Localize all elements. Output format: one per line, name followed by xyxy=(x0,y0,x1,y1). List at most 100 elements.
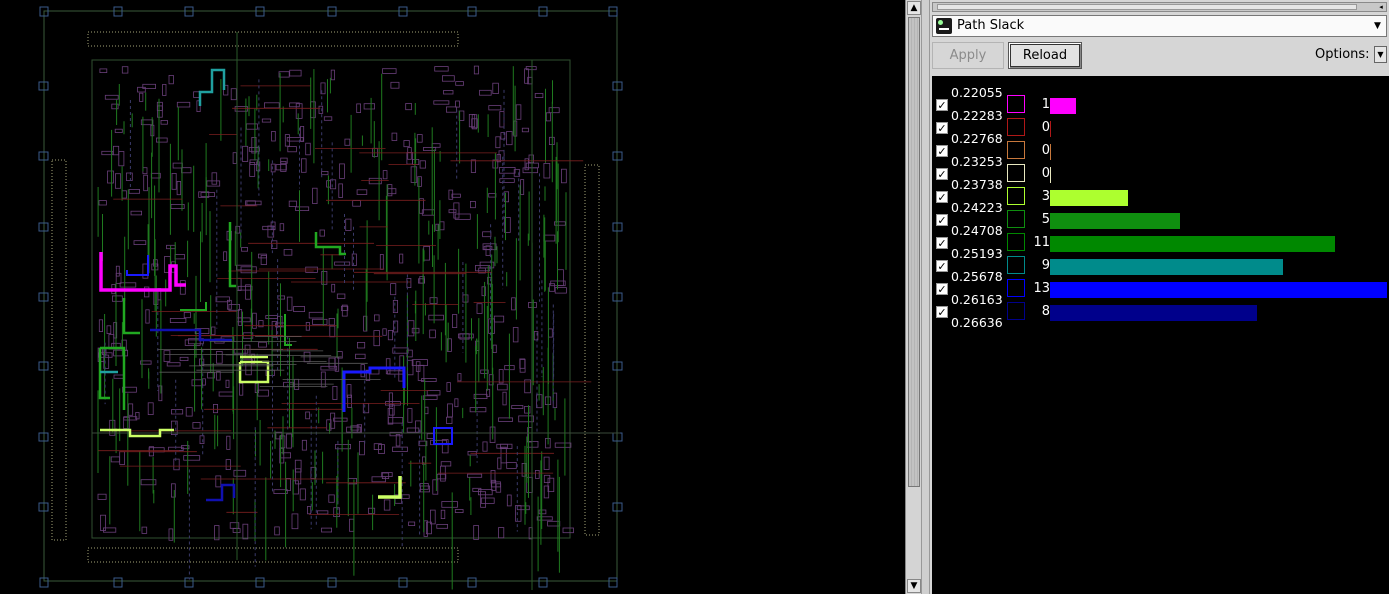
std-cell xyxy=(241,247,248,252)
heatmap-selector[interactable]: Path Slack ▼ xyxy=(932,15,1387,37)
std-cell xyxy=(351,253,357,266)
std-cell xyxy=(263,102,280,109)
bin-visibility-checkbox[interactable]: ✓ xyxy=(936,122,948,134)
std-cell xyxy=(519,359,526,373)
std-cell xyxy=(422,147,437,151)
std-cell xyxy=(493,315,505,323)
bin-color-swatch[interactable] xyxy=(1007,233,1025,251)
scroll-up-arrow-icon[interactable]: ▲ xyxy=(907,1,921,15)
bin-visibility-checkbox[interactable]: ✓ xyxy=(936,99,948,111)
std-cell xyxy=(113,145,120,156)
std-cell xyxy=(387,184,393,197)
bin-color-swatch[interactable] xyxy=(1007,210,1025,228)
reload-button[interactable]: Reload xyxy=(1008,42,1082,69)
histogram-bin-row: ✓ 11 xyxy=(932,232,1389,255)
layout-canvas[interactable] xyxy=(0,0,905,594)
std-cell xyxy=(172,162,183,169)
bin-color-swatch[interactable] xyxy=(1007,118,1025,136)
scroll-down-arrow-icon[interactable]: ▼ xyxy=(907,579,921,593)
std-cell xyxy=(441,439,449,454)
horizontal-scrollbar-thumb[interactable] xyxy=(937,4,1357,10)
critical-path xyxy=(378,476,402,499)
std-cell xyxy=(454,213,471,220)
horizontal-scrollbar[interactable]: ◂ xyxy=(932,2,1387,12)
std-cell xyxy=(392,299,398,313)
std-cell xyxy=(440,509,446,520)
bin-count: 0 xyxy=(1041,143,1050,158)
std-cell xyxy=(543,474,551,483)
std-cell xyxy=(502,391,507,406)
apply-button[interactable]: Apply xyxy=(932,42,1004,69)
chevron-down-icon[interactable]: ▼ xyxy=(1372,19,1383,33)
std-cell xyxy=(280,452,292,459)
std-cell xyxy=(362,402,370,414)
std-cell xyxy=(496,443,508,449)
std-cell xyxy=(479,89,492,96)
bin-visibility-checkbox[interactable]: ✓ xyxy=(936,191,948,203)
bin-color-swatch[interactable] xyxy=(1007,302,1025,320)
heatmap-panel: ◂ Path Slack ▼ Apply Reload Options: ▼ 0… xyxy=(930,0,1389,594)
std-cell xyxy=(126,172,133,181)
panel-splitter[interactable] xyxy=(921,0,930,594)
std-cell xyxy=(158,385,163,402)
histogram-bin-row: ✓ 0 xyxy=(932,163,1389,186)
std-cell xyxy=(295,206,310,211)
bin-color-swatch[interactable] xyxy=(1007,256,1025,274)
std-cell xyxy=(429,329,436,339)
std-cell xyxy=(110,456,120,463)
critical-path xyxy=(180,302,207,311)
std-cell xyxy=(387,329,393,341)
vertical-scrollbar[interactable]: ▲ ▼ xyxy=(905,0,921,594)
histogram-bin-row: ✓ 0 xyxy=(932,117,1389,140)
options-dropdown-arrow-icon[interactable]: ▼ xyxy=(1374,46,1387,63)
std-cell xyxy=(257,253,267,259)
critical-path xyxy=(238,355,270,384)
bin-visibility-checkbox[interactable]: ✓ xyxy=(936,260,948,272)
bin-color-swatch[interactable] xyxy=(1007,141,1025,159)
bin-bar xyxy=(1050,282,1387,298)
std-cell xyxy=(274,526,280,536)
bin-bar xyxy=(1050,305,1257,321)
bin-count: 13 xyxy=(1033,281,1050,296)
scrollbar-thumb[interactable] xyxy=(908,17,920,487)
bin-bar xyxy=(1050,213,1180,229)
std-cell xyxy=(387,407,394,425)
std-cell xyxy=(497,383,508,391)
die-marker xyxy=(113,577,123,588)
bin-visibility-checkbox[interactable]: ✓ xyxy=(936,283,948,295)
std-cell xyxy=(498,417,514,422)
std-cell xyxy=(147,402,154,415)
bin-count: 9 xyxy=(1041,258,1050,273)
bin-visibility-checkbox[interactable]: ✓ xyxy=(936,145,948,157)
bin-visibility-checkbox[interactable]: ✓ xyxy=(936,168,948,180)
heatmap-icon xyxy=(936,18,952,34)
std-cell xyxy=(457,373,462,382)
std-cell xyxy=(385,358,391,375)
std-cell xyxy=(232,152,237,164)
bin-color-swatch[interactable] xyxy=(1007,187,1025,205)
scroll-right-arrow-icon[interactable]: ◂ xyxy=(1376,3,1386,11)
std-cell xyxy=(388,404,395,416)
bin-color-swatch[interactable] xyxy=(1007,95,1025,113)
std-cell xyxy=(238,309,243,326)
layout-viewer[interactable] xyxy=(0,0,905,594)
std-cell xyxy=(270,163,276,173)
bin-color-swatch[interactable] xyxy=(1007,164,1025,182)
std-cell xyxy=(230,88,237,101)
bin-visibility-checkbox[interactable]: ✓ xyxy=(936,237,948,249)
bin-color-swatch[interactable] xyxy=(1007,279,1025,297)
std-cell xyxy=(382,68,397,74)
std-cell xyxy=(293,306,306,312)
bin-visibility-checkbox[interactable]: ✓ xyxy=(936,306,948,318)
std-cell xyxy=(119,282,137,288)
std-cell xyxy=(98,319,104,332)
std-cell xyxy=(379,254,384,270)
std-cell xyxy=(261,118,272,123)
bin-visibility-checkbox[interactable]: ✓ xyxy=(936,214,948,226)
std-cell xyxy=(277,295,285,300)
std-cell xyxy=(332,385,338,400)
std-cell xyxy=(215,475,222,488)
std-cell xyxy=(492,82,499,94)
std-cell xyxy=(176,101,191,108)
std-cell xyxy=(408,521,416,526)
